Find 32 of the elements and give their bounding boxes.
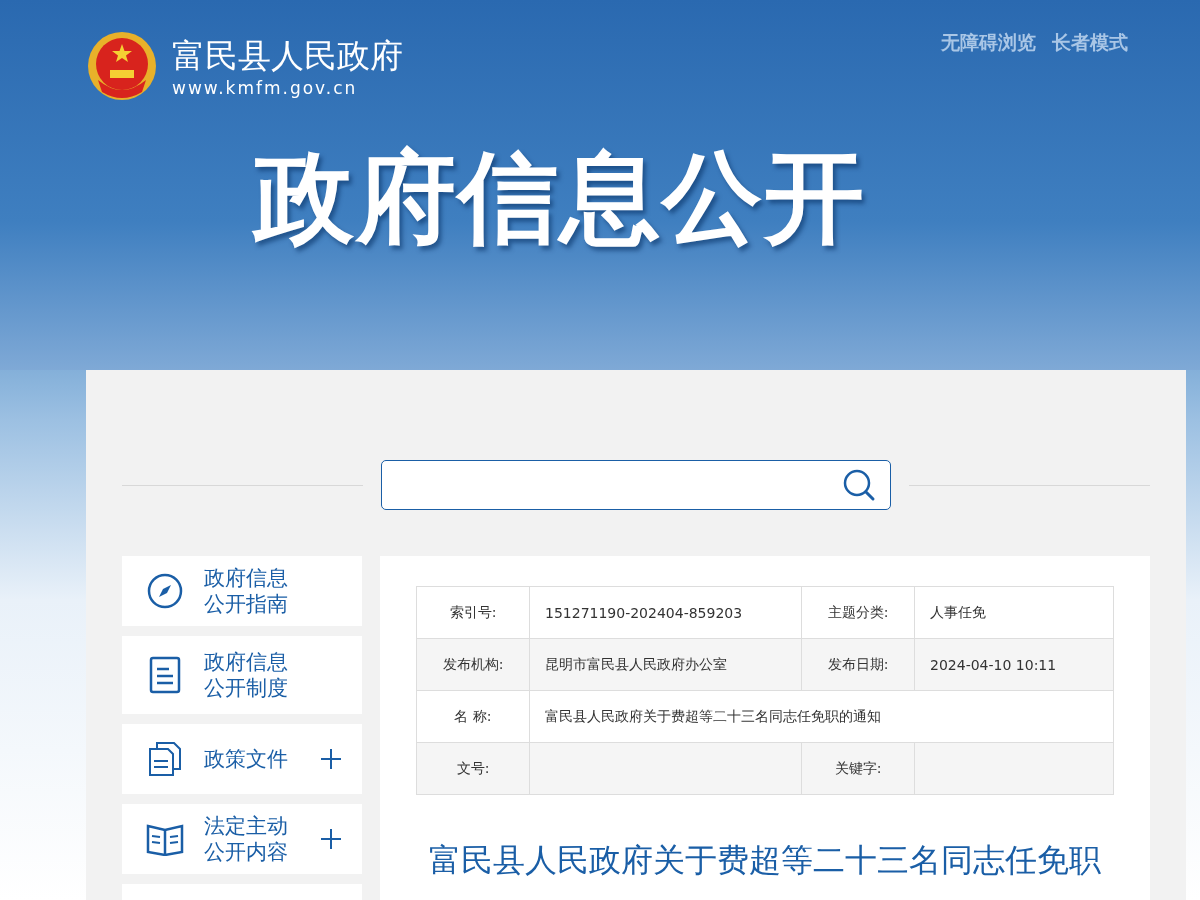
table-cell: 2024-04-10 10:11 — [914, 638, 1114, 691]
sidebar-label: 政策文件 — [204, 746, 289, 772]
table-label: 主题分类: — [801, 586, 915, 639]
site-name: 富民县人民政府 — [172, 35, 403, 77]
sidebar-item[interactable]: 政府信息 公开制度 — [122, 636, 362, 714]
sidebar-label: 政府信息 公开指南 — [204, 565, 289, 617]
sidebar-label: 法定主动 公开内容 — [204, 813, 289, 865]
search-field[interactable] — [381, 460, 891, 510]
book-icon — [146, 822, 184, 856]
plus-icon[interactable] — [320, 748, 342, 770]
table-cell: 富民县人民政府关于费超等二十三名同志任免职的通知 — [529, 690, 1114, 743]
table-label: 发布日期: — [801, 638, 915, 691]
emblem-icon — [86, 30, 158, 102]
table-cell: 151271190-202404-859203 — [529, 586, 802, 639]
article-title: 富民县人民政府关于费超等二十三名同志任免职 — [428, 840, 1102, 881]
table-label: 关键字: — [801, 742, 915, 795]
table-label: 文号: — [416, 742, 530, 795]
sidebar-label: 政府信息 公开制度 — [204, 649, 289, 701]
sidebar-item[interactable]: 法定主动 公开内容 — [122, 804, 362, 874]
table-label: 发布机构: — [416, 638, 530, 691]
banner-title: 政府信息公开 — [251, 138, 867, 258]
plus-icon[interactable] — [320, 828, 342, 850]
sidebar-item[interactable]: 政策文件 — [122, 724, 362, 794]
search-icon[interactable] — [842, 468, 876, 502]
table-label: 名 称: — [416, 690, 530, 743]
files-icon — [146, 741, 184, 777]
table-cell: 人事任免 — [914, 586, 1114, 639]
table-label: 索引号: — [416, 586, 530, 639]
compass-icon — [146, 573, 184, 609]
site-url: www.kmfm.gov.cn — [172, 78, 359, 98]
sidebar-item[interactable]: 政府信息 公开指南 — [122, 556, 362, 626]
table-cell: 昆明市富民县人民政府办公室 — [529, 638, 802, 691]
